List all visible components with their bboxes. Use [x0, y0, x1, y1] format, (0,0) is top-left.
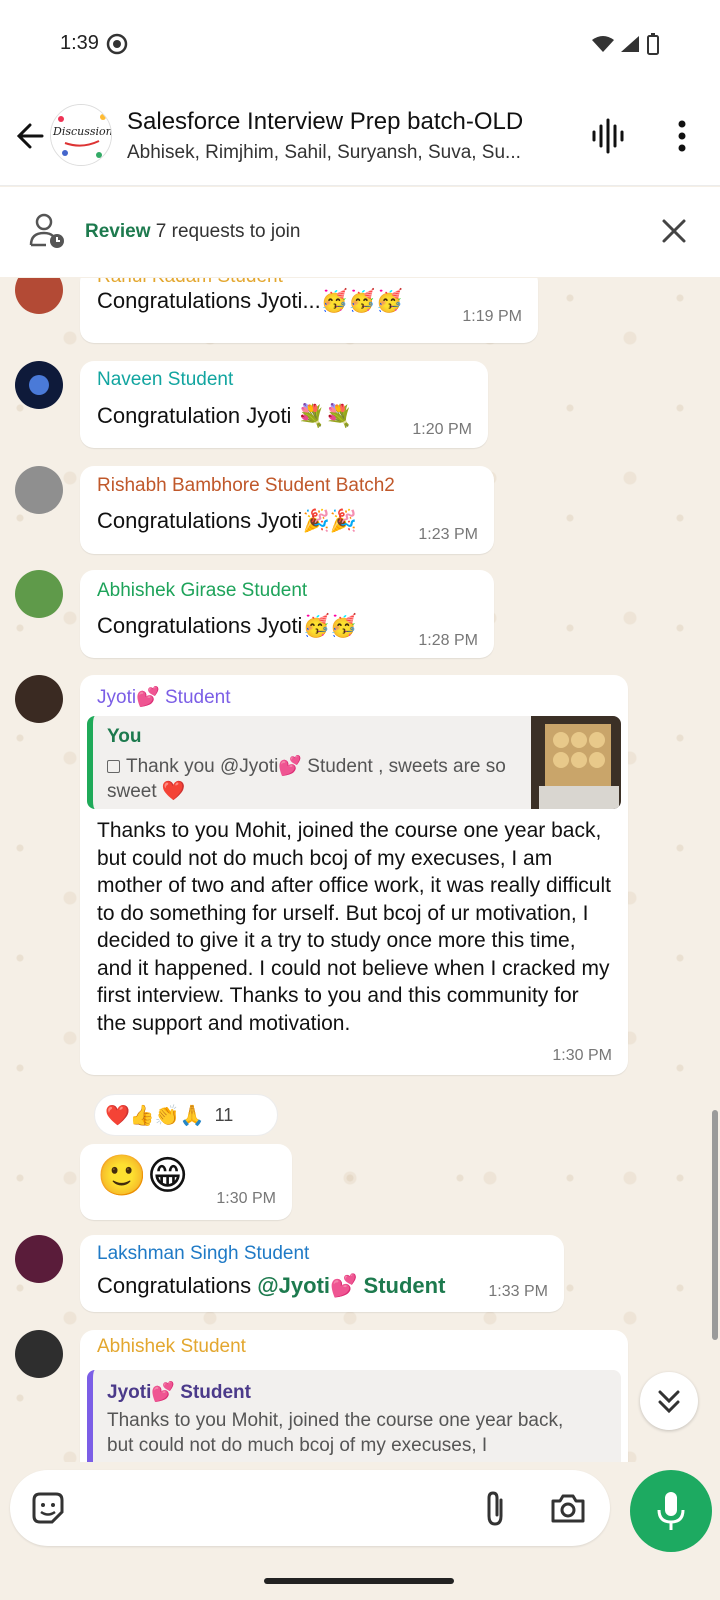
message-time: 1:33 PM: [488, 1283, 548, 1300]
quote-text-content: Thank you @Jyoti💕 Student , sweets are s…: [107, 756, 506, 802]
message-composer: [10, 1470, 610, 1546]
sender-avatar[interactable]: [15, 361, 63, 409]
signal-icon: [621, 36, 639, 52]
sender-avatar[interactable]: [15, 675, 63, 723]
join-requests-text: Review 7 requests to join: [85, 221, 300, 243]
message-text: Congratulations Jyoti🥳🥳: [97, 613, 358, 638]
quote-thumbnail: [531, 716, 621, 809]
quote-text: Thank you @Jyoti💕 Student , sweets are s…: [107, 754, 507, 804]
status-time: 1:39: [60, 32, 99, 54]
group-avatar[interactable]: Discussion: [50, 104, 112, 166]
message-sender: Lakshman Singh Student: [97, 1243, 310, 1264]
image-icon: [107, 760, 120, 773]
double-chevron-down-icon: [658, 1390, 680, 1414]
message-bubble[interactable]: Abhishek Girase Student Congratulations …: [80, 570, 494, 658]
group-members[interactable]: Abhisek, Rimjhim, Sahil, Suryansh, Suva,…: [127, 142, 567, 164]
close-icon[interactable]: [656, 213, 692, 249]
sender-avatar[interactable]: [15, 1235, 63, 1283]
quote-author: You: [107, 726, 142, 747]
review-link[interactable]: Review: [85, 221, 150, 242]
message-time: 1:20 PM: [412, 421, 472, 438]
reaction-count: 11: [214, 1104, 234, 1125]
sticker-icon[interactable]: [28, 1488, 68, 1528]
message-sender: Naveen Student: [97, 369, 234, 390]
sender-avatar[interactable]: [15, 1330, 63, 1378]
scroll-to-bottom-button[interactable]: [640, 1372, 698, 1430]
message-bubble[interactable]: Rahul Kadam Student Congratulations Jyot…: [80, 278, 538, 343]
message-bubble[interactable]: 🙂😁 1:30 PM: [80, 1144, 292, 1220]
pending-user-icon: [29, 213, 64, 248]
status-icons: [592, 33, 660, 55]
app-notification-icon: [106, 33, 128, 55]
message-time: 1:30 PM: [216, 1190, 276, 1207]
message-bubble[interactable]: Jyoti💕 Student You Thank you @Jyoti💕 Stu…: [80, 675, 628, 1075]
wifi-icon: [592, 36, 614, 52]
quote-text: Thanks to you Mohit, joined the course o…: [107, 1410, 564, 1456]
reaction-emojis: ❤️👍👏🙏: [105, 1104, 205, 1127]
group-avatar-text: Discussion: [53, 125, 112, 138]
quoted-message[interactable]: Jyoti💕 Student Thanks to you Mohit, join…: [87, 1370, 621, 1462]
message-time: 1:19 PM: [462, 308, 522, 325]
message-bubble[interactable]: Lakshman Singh Student Congratulations @…: [80, 1235, 564, 1312]
message-text: Congratulations @Jyoti💕 Student: [97, 1273, 445, 1299]
message-input[interactable]: [80, 1490, 460, 1526]
microphone-icon: [657, 1492, 685, 1530]
message-time: 1:30 PM: [552, 1047, 612, 1064]
more-options-icon[interactable]: [668, 116, 696, 156]
message-time: 1:23 PM: [418, 526, 478, 543]
sweets-image: [539, 724, 619, 809]
message-bubble[interactable]: Abhishek Student Jyoti💕 Student Thanks t…: [80, 1330, 628, 1462]
quote-author: Jyoti💕 Student: [107, 1382, 251, 1403]
sender-avatar[interactable]: [15, 466, 63, 514]
message-sender: Rishabh Bambhore Student Batch2: [97, 475, 395, 496]
message-bubble[interactable]: Rishabh Bambhore Student Batch2 Congratu…: [80, 466, 494, 554]
avatar-image: [29, 375, 49, 395]
home-handle[interactable]: [264, 1578, 454, 1584]
back-arrow-icon[interactable]: [12, 118, 48, 154]
message-sender: Rahul Kadam Student: [97, 278, 283, 288]
chat-header: Discussion Salesforce Interview Prep bat…: [0, 90, 720, 186]
scrollbar[interactable]: [712, 1110, 718, 1340]
message-text: Congratulations Jyoti🎉🎉: [97, 508, 358, 533]
sender-avatar[interactable]: [15, 278, 63, 314]
camera-icon[interactable]: [548, 1488, 588, 1528]
message-reactions[interactable]: ❤️👍👏🙏 11: [94, 1094, 278, 1136]
message-text-prefix: Congratulations: [97, 1273, 258, 1298]
message-text: Thanks to you Mohit, joined the course o…: [97, 819, 611, 1035]
mention-link[interactable]: @Jyoti💕 Student: [257, 1273, 445, 1298]
join-requests-count: 7 requests to join: [155, 221, 301, 242]
message-time: 1:28 PM: [418, 632, 478, 649]
message-text: Congratulations Jyoti...🥳🥳🥳: [97, 288, 403, 313]
message-sender: Abhishek Girase Student: [97, 580, 308, 601]
message-text: 🙂😁: [97, 1154, 189, 1198]
join-requests-banner: Review 7 requests to join: [0, 187, 720, 277]
status-bar: 1:39: [0, 0, 720, 90]
sender-avatar[interactable]: [15, 570, 63, 618]
message-sender: Jyoti💕 Student: [97, 687, 231, 708]
message-list[interactable]: Rahul Kadam Student Congratulations Jyot…: [0, 278, 720, 1462]
voice-message-button[interactable]: [630, 1470, 712, 1552]
battery-icon: [647, 33, 659, 55]
group-title[interactable]: Salesforce Interview Prep batch-OLD: [127, 108, 523, 136]
voice-chat-icon[interactable]: [588, 116, 628, 156]
message-sender: Abhishek Student: [97, 1336, 246, 1357]
attach-icon[interactable]: [475, 1488, 515, 1528]
quoted-message[interactable]: You Thank you @Jyoti💕 Student , sweets a…: [87, 716, 621, 809]
message-bubble[interactable]: Naveen Student Congratulation Jyoti 💐💐 1…: [80, 361, 488, 448]
system-nav-bar: [0, 1556, 720, 1600]
message-text: Congratulation Jyoti 💐💐: [97, 403, 353, 428]
